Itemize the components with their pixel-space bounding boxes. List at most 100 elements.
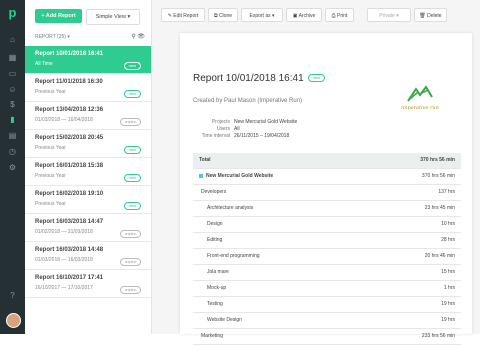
- row-label-text: Jola mare: [207, 269, 229, 275]
- report-title-text: Report 10/01/2018 16:41: [193, 73, 304, 84]
- meta-value: 26/11/2015 – 19/04/2018: [234, 133, 290, 139]
- export-dropdown[interactable]: Export as ▾: [241, 8, 283, 22]
- meta-value: All: [234, 126, 240, 132]
- table-row[interactable]: New Mercurial Gold Website 370 hrs 56 min: [193, 169, 461, 185]
- row-label: Architecture analysis: [207, 201, 253, 216]
- report-item-title: Report 13/04/2018 12:36: [35, 107, 104, 113]
- help-icon[interactable]: ?: [7, 290, 18, 301]
- simple-view-dropdown[interactable]: Simple View ▾: [86, 9, 140, 25]
- row-value: 370 hrs 56 min: [421, 173, 455, 179]
- report-item-badge: expire: [120, 286, 141, 294]
- table-row: Architecture analysis 23 hrs 45 min: [193, 201, 461, 217]
- row-label-text: Testing: [207, 301, 223, 307]
- row-label: Marketing: [201, 329, 223, 344]
- settings-icon[interactable]: ⚙: [7, 162, 18, 173]
- client-logo-text: imperative run: [401, 105, 439, 111]
- report-item-title: Report 16/10/2017 17:41: [35, 275, 104, 281]
- meta-label: Users: [216, 126, 230, 132]
- add-report-button[interactable]: + Add Report: [35, 9, 82, 23]
- meta-value: New Mercurial Gold Website: [234, 119, 298, 125]
- report-item-title: Report 11/01/2018 16:30: [35, 79, 103, 85]
- row-label: Jola mare: [207, 265, 229, 280]
- table-row: Total 370 hrs 56 min: [193, 153, 461, 169]
- report-item-badge: new: [123, 174, 141, 182]
- row-label-text: Developers: [201, 189, 227, 195]
- privacy-dropdown[interactable]: Private ▾: [367, 8, 411, 22]
- table-row: Testing 19 hrs: [193, 297, 461, 313]
- reports-count[interactable]: REPORT (25) ▾: [35, 34, 70, 40]
- report-list: Report 10/01/2018 16:41 All Time new Report…: [25, 46, 151, 298]
- report-list-item[interactable]: Report 13/04/2018 12:36 01/03/2018 — 16/0…: [25, 102, 151, 130]
- nav-rail: p ⌂ ▦ ▭ ☺ $ ▮ ▤ ◷ ⚙ ?: [0, 0, 25, 334]
- row-value: 23 hrs 45 min: [424, 205, 455, 211]
- row-value: 233 hrs 56 min: [421, 333, 455, 339]
- report-item-badge: expire: [120, 258, 141, 266]
- row-value: 28 hrs: [441, 237, 455, 243]
- row-value: 19 hrs: [441, 301, 455, 307]
- report-item-badge: new: [123, 146, 141, 154]
- dollar-icon[interactable]: $: [7, 99, 18, 110]
- report-list-item[interactable]: Report 10/01/2018 16:41 All Time new: [25, 46, 151, 74]
- report-item-title: Report 16/02/2018 19:10: [35, 191, 104, 197]
- row-value: 15 hrs: [441, 269, 455, 275]
- status-badge: new: [307, 74, 325, 83]
- report-list-item[interactable]: Report 15/02/2018 20:45 Previous Year new: [25, 130, 151, 158]
- meta-row: Users All: [193, 126, 393, 133]
- app-logo[interactable]: p: [6, 6, 19, 20]
- report-item-title: Report 16/03/2018 14:47: [35, 219, 104, 225]
- report-meta: Projects New Mercurial Gold Website Users A…: [193, 119, 393, 140]
- row-label: Editing: [207, 233, 222, 248]
- grid-icon[interactable]: ▦: [7, 52, 18, 63]
- clock-icon[interactable]: ◷: [7, 146, 18, 157]
- row-value: 370 hrs 56 min: [420, 157, 455, 163]
- report-item-title: Report 16/01/2018 15:38: [35, 163, 104, 169]
- report-item-title: Report 10/01/2018 16:41: [35, 51, 104, 57]
- table-row: Design 10 hrs: [193, 217, 461, 233]
- archive-button[interactable]: ▣ Archive: [286, 8, 322, 22]
- edit-report-button[interactable]: ✎ Edit Report: [161, 8, 205, 22]
- delete-button[interactable]: 🗑 Delete: [414, 8, 447, 22]
- reports-sidebar: + Add Report Simple View ▾ REPORT (25) ▾…: [25, 0, 152, 334]
- row-label: New Mercurial Gold Website: [199, 169, 273, 184]
- row-label-text: Architecture analysis: [207, 205, 254, 211]
- reports-header: REPORT (25) ▾ ⚲ 👁: [35, 34, 145, 42]
- client-logo-mark: [407, 85, 433, 102]
- row-label-text: Mock-up: [207, 285, 227, 291]
- reports-icon[interactable]: ▮: [7, 114, 18, 125]
- user-icon[interactable]: ☺: [7, 84, 18, 95]
- report-list-item[interactable]: Report 16/03/2018 14:48 01/03/2018 — 16/0…: [25, 242, 151, 270]
- table-row[interactable]: Marketing 233 hrs 56 min: [193, 329, 461, 345]
- row-label: Website Design: [207, 313, 242, 328]
- avatar[interactable]: [6, 313, 21, 328]
- row-label-text: Design: [207, 221, 223, 227]
- row-label-text: Website Design: [207, 317, 242, 323]
- folder-icon[interactable]: ▭: [7, 68, 18, 79]
- clone-button[interactable]: ⧉ Clone: [208, 8, 238, 22]
- report-list-item[interactable]: Report 16/10/2017 17:41 16/10/2017 — 17/1…: [25, 270, 151, 298]
- table-row: Editing 28 hrs: [193, 233, 461, 249]
- report-main: ✎ Edit Report ⧉ Clone Export as ▾ ▣ Arch…: [152, 0, 480, 345]
- report-item-badge: expire: [120, 230, 141, 238]
- row-label: Design: [207, 217, 223, 232]
- row-label-text: New Mercurial Gold Website: [206, 173, 274, 179]
- row-label-text: Front-end programming: [207, 253, 260, 259]
- calendar-icon[interactable]: ▤: [7, 130, 18, 141]
- client-logo: imperative run: [390, 83, 450, 115]
- report-list-item[interactable]: Report 16/02/2018 19:10 Previous Year new: [25, 186, 151, 214]
- filter-icon[interactable]: ⚲ 👁: [131, 33, 145, 40]
- row-label: Mock-up: [207, 281, 226, 296]
- report-list-item[interactable]: Report 16/03/2018 14:47 01/02/2018 — 31/0…: [25, 214, 151, 242]
- project-color-icon: [199, 173, 203, 178]
- report-list-item[interactable]: Report 16/01/2018 15:38 Previous Year new: [25, 158, 151, 186]
- report-table: Total 370 hrs 56 min New Mercurial Gold We…: [193, 153, 461, 345]
- row-value: 10 hrs: [441, 221, 455, 227]
- report-item-badge: new: [123, 90, 141, 98]
- report-list-item[interactable]: Report 11/01/2018 16:30 Previous Year new: [25, 74, 151, 102]
- home-icon[interactable]: ⌂: [7, 34, 18, 45]
- row-value: 137 hrs: [438, 189, 455, 195]
- meta-row: Projects New Mercurial Gold Website: [193, 119, 393, 126]
- table-row[interactable]: Developers 137 hrs: [193, 185, 461, 201]
- print-button[interactable]: ⎙ Print: [325, 8, 354, 22]
- table-row: Front-end programming 20 hrs 46 min: [193, 249, 461, 265]
- meta-label: Time interval: [201, 133, 230, 139]
